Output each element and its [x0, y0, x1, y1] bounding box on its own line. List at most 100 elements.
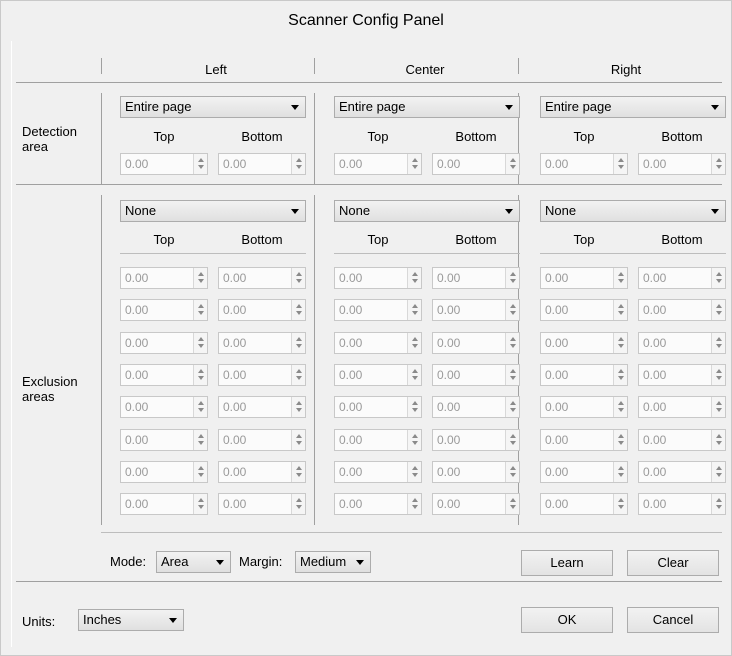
- exclusion-top-input[interactable]: 0.00: [120, 429, 208, 451]
- spinner-arrows-icon[interactable]: [613, 300, 627, 320]
- spinner-arrows-icon[interactable]: [193, 430, 207, 450]
- exclusion-top-input[interactable]: 0.00: [540, 429, 628, 451]
- exclusion-top-input[interactable]: 0.00: [540, 461, 628, 483]
- exclusion-top-input[interactable]: 0.00: [334, 429, 422, 451]
- exclusion-bottom-input[interactable]: 0.00: [638, 493, 726, 515]
- exclusion-top-input[interactable]: 0.00: [120, 461, 208, 483]
- spinner-arrows-icon[interactable]: [505, 268, 519, 288]
- exclusion-top-input[interactable]: 0.00: [334, 364, 422, 386]
- exclusion-bottom-input[interactable]: 0.00: [432, 396, 520, 418]
- spinner-arrows-icon[interactable]: [407, 300, 421, 320]
- exclusion-bottom-input[interactable]: 0.00: [638, 364, 726, 386]
- mode-select[interactable]: Area: [156, 551, 231, 573]
- detection-top-input-center[interactable]: 0.00: [334, 153, 422, 175]
- exclusion-top-input[interactable]: 0.00: [120, 332, 208, 354]
- spinner-arrows-icon[interactable]: [505, 300, 519, 320]
- spinner-arrows-icon[interactable]: [505, 154, 519, 174]
- exclusion-bottom-input[interactable]: 0.00: [432, 364, 520, 386]
- ok-button[interactable]: OK: [521, 607, 613, 633]
- spinner-arrows-icon[interactable]: [613, 154, 627, 174]
- spinner-arrows-icon[interactable]: [193, 300, 207, 320]
- spinner-arrows-icon[interactable]: [291, 494, 305, 514]
- spinner-arrows-icon[interactable]: [711, 268, 725, 288]
- spinner-arrows-icon[interactable]: [291, 154, 305, 174]
- exclusion-top-input[interactable]: 0.00: [120, 364, 208, 386]
- exclusion-bottom-input[interactable]: 0.00: [432, 267, 520, 289]
- detection-bottom-input-left[interactable]: 0.00: [218, 153, 306, 175]
- exclusion-bottom-input[interactable]: 0.00: [432, 299, 520, 321]
- exclusion-select-right[interactable]: None: [540, 200, 726, 222]
- spinner-arrows-icon[interactable]: [505, 365, 519, 385]
- exclusion-top-input[interactable]: 0.00: [540, 396, 628, 418]
- exclusion-bottom-input[interactable]: 0.00: [638, 332, 726, 354]
- spinner-arrows-icon[interactable]: [613, 494, 627, 514]
- spinner-arrows-icon[interactable]: [505, 430, 519, 450]
- exclusion-bottom-input[interactable]: 0.00: [218, 299, 306, 321]
- detection-select-center[interactable]: Entire page: [334, 96, 520, 118]
- exclusion-top-input[interactable]: 0.00: [540, 364, 628, 386]
- exclusion-top-input[interactable]: 0.00: [334, 267, 422, 289]
- exclusion-top-input[interactable]: 0.00: [540, 267, 628, 289]
- spinner-arrows-icon[interactable]: [407, 154, 421, 174]
- spinner-arrows-icon[interactable]: [711, 365, 725, 385]
- spinner-arrows-icon[interactable]: [407, 494, 421, 514]
- spinner-arrows-icon[interactable]: [291, 462, 305, 482]
- spinner-arrows-icon[interactable]: [193, 494, 207, 514]
- exclusion-bottom-input[interactable]: 0.00: [432, 429, 520, 451]
- exclusion-top-input[interactable]: 0.00: [334, 493, 422, 515]
- detection-top-input-left[interactable]: 0.00: [120, 153, 208, 175]
- spinner-arrows-icon[interactable]: [193, 333, 207, 353]
- spinner-arrows-icon[interactable]: [711, 397, 725, 417]
- exclusion-top-input[interactable]: 0.00: [120, 299, 208, 321]
- spinner-arrows-icon[interactable]: [711, 430, 725, 450]
- exclusion-top-input[interactable]: 0.00: [334, 461, 422, 483]
- spinner-arrows-icon[interactable]: [407, 333, 421, 353]
- spinner-arrows-icon[interactable]: [711, 333, 725, 353]
- spinner-arrows-icon[interactable]: [193, 397, 207, 417]
- spinner-arrows-icon[interactable]: [291, 365, 305, 385]
- spinner-arrows-icon[interactable]: [407, 430, 421, 450]
- detection-bottom-input-right[interactable]: 0.00: [638, 153, 726, 175]
- units-select[interactable]: Inches: [78, 609, 184, 631]
- detection-bottom-input-center[interactable]: 0.00: [432, 153, 520, 175]
- spinner-arrows-icon[interactable]: [505, 462, 519, 482]
- detection-select-right[interactable]: Entire page: [540, 96, 726, 118]
- exclusion-bottom-input[interactable]: 0.00: [432, 332, 520, 354]
- spinner-arrows-icon[interactable]: [291, 300, 305, 320]
- spinner-arrows-icon[interactable]: [505, 397, 519, 417]
- margin-select[interactable]: Medium: [295, 551, 371, 573]
- exclusion-bottom-input[interactable]: 0.00: [638, 267, 726, 289]
- exclusion-select-left[interactable]: None: [120, 200, 306, 222]
- spinner-arrows-icon[interactable]: [613, 462, 627, 482]
- spinner-arrows-icon[interactable]: [711, 154, 725, 174]
- spinner-arrows-icon[interactable]: [613, 365, 627, 385]
- learn-button[interactable]: Learn: [521, 550, 613, 576]
- spinner-arrows-icon[interactable]: [613, 430, 627, 450]
- exclusion-top-input[interactable]: 0.00: [334, 396, 422, 418]
- spinner-arrows-icon[interactable]: [711, 300, 725, 320]
- exclusion-bottom-input[interactable]: 0.00: [218, 364, 306, 386]
- spinner-arrows-icon[interactable]: [193, 365, 207, 385]
- exclusion-bottom-input[interactable]: 0.00: [218, 396, 306, 418]
- exclusion-top-input[interactable]: 0.00: [540, 493, 628, 515]
- exclusion-bottom-input[interactable]: 0.00: [638, 429, 726, 451]
- spinner-arrows-icon[interactable]: [613, 333, 627, 353]
- spinner-arrows-icon[interactable]: [193, 154, 207, 174]
- spinner-arrows-icon[interactable]: [505, 494, 519, 514]
- clear-button[interactable]: Clear: [627, 550, 719, 576]
- exclusion-bottom-input[interactable]: 0.00: [218, 332, 306, 354]
- exclusion-top-input[interactable]: 0.00: [540, 299, 628, 321]
- cancel-button[interactable]: Cancel: [627, 607, 719, 633]
- exclusion-top-input[interactable]: 0.00: [120, 493, 208, 515]
- exclusion-top-input[interactable]: 0.00: [120, 267, 208, 289]
- spinner-arrows-icon[interactable]: [193, 462, 207, 482]
- spinner-arrows-icon[interactable]: [711, 462, 725, 482]
- detection-top-input-right[interactable]: 0.00: [540, 153, 628, 175]
- exclusion-bottom-input[interactable]: 0.00: [432, 493, 520, 515]
- spinner-arrows-icon[interactable]: [407, 365, 421, 385]
- exclusion-bottom-input[interactable]: 0.00: [218, 429, 306, 451]
- exclusion-top-input[interactable]: 0.00: [334, 332, 422, 354]
- spinner-arrows-icon[interactable]: [291, 333, 305, 353]
- spinner-arrows-icon[interactable]: [291, 268, 305, 288]
- exclusion-top-input[interactable]: 0.00: [334, 299, 422, 321]
